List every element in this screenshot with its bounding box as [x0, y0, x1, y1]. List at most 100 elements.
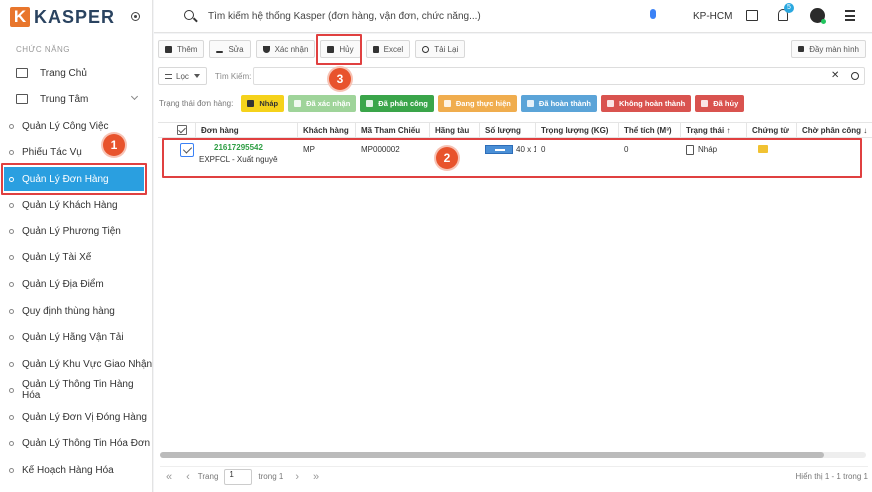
sidebar-item-goods-plan[interactable]: Kế Hoạch Hàng Hóa: [0, 458, 153, 482]
scrollbar-thumb[interactable]: [160, 452, 824, 458]
menu-icon[interactable]: [845, 10, 855, 21]
column-header[interactable]: Khách hàng: [298, 123, 356, 138]
truck-icon: [607, 100, 614, 107]
toolbar: Thêm Sửa Xác nhận Hủy Excel Tải Lại: [158, 40, 466, 58]
plus-icon: [165, 45, 172, 53]
app-window: K KASPER CHỨC NĂNG Trang Chủ Trung Tâm Q…: [0, 0, 872, 492]
sidebar-item-goods-info[interactable]: Quản Lý Thông Tin Hàng Hóa: [0, 378, 153, 402]
status-chip-cancelled[interactable]: Đã hủy: [695, 95, 745, 112]
reload-button[interactable]: Tải Lại: [415, 40, 466, 58]
bullet-icon: [9, 254, 14, 260]
sidebar-item-vehicles[interactable]: Quản Lý Phương Tiện: [0, 219, 153, 243]
status-chip-draft[interactable]: Nháp: [241, 95, 285, 112]
fullscreen-icon[interactable]: [746, 10, 758, 21]
refresh-icon: [422, 45, 430, 53]
column-header[interactable]: Trọng lượng (KG): [536, 123, 619, 138]
chip-label: Đã hoàn thành: [538, 99, 591, 108]
sidebar-item-label: Quản Lý Khu Vực Giao Nhận: [22, 358, 153, 370]
filter-label: Lọc: [176, 71, 189, 81]
sidebar-item-label: Quản Lý Công Việc: [22, 120, 109, 132]
chip-label: Đang thực hiện: [455, 99, 511, 108]
search-icon[interactable]: [184, 10, 194, 20]
annotation-badge-3: 3: [329, 68, 351, 90]
bullet-icon: [9, 202, 14, 208]
filter-icon: [165, 73, 172, 79]
shield-check-icon: [262, 45, 270, 53]
column-header[interactable]: Số lượng: [480, 123, 536, 138]
sidebar-item-tasks[interactable]: Quản Lý Công Việc: [0, 114, 153, 138]
sidebar-item-carriers[interactable]: Quản Lý Hãng Vận Tải: [0, 325, 153, 349]
annotation-badge-1: 1: [103, 134, 125, 156]
horizontal-scrollbar[interactable]: [160, 452, 866, 458]
sidebar-section-label: CHỨC NĂNG: [16, 45, 70, 54]
sidebar-item-label: Quản Lý Khách Hàng: [22, 199, 118, 211]
sidebar-item-label: Phiếu Tác Vụ: [22, 146, 82, 158]
status-chip-assigned[interactable]: Đã phân công: [360, 95, 434, 112]
sidebar-item-label: Quy định thùng hàng: [22, 305, 115, 317]
sidebar-item-delivery-zones[interactable]: Quản Lý Khu Vực Giao Nhận: [0, 352, 153, 376]
confirm-button[interactable]: Xác nhận: [255, 40, 316, 58]
sidebar-toggle-icon[interactable]: [131, 12, 140, 21]
annotation-box-cancel: [316, 34, 362, 65]
column-header[interactable]: Thể tích (M³): [619, 123, 681, 138]
bullet-icon: [9, 334, 14, 340]
fullscreen-button[interactable]: Đầy màn hình: [791, 40, 866, 58]
column-header[interactable]: Trạng thái ↑: [681, 123, 747, 138]
filter-dropdown[interactable]: Lọc: [158, 67, 207, 85]
last-page-icon[interactable]: »: [313, 471, 319, 483]
sidebar-item-home[interactable]: Trang Chủ: [16, 65, 87, 81]
column-header[interactable]: Hãng tàu: [430, 123, 480, 138]
edit-button[interactable]: Sửa: [209, 40, 251, 58]
sidebar-item-center[interactable]: Trung Tâm: [16, 91, 141, 107]
sidebar-item-label: Quản Lý Tài Xế: [22, 251, 92, 263]
page-number-input[interactable]: 1: [224, 468, 253, 485]
add-button[interactable]: Thêm: [158, 40, 205, 58]
search-icon[interactable]: [851, 72, 859, 80]
status-chip-confirmed[interactable]: Đã xác nhận: [288, 95, 357, 112]
chip-label: Không hoàn thành: [619, 99, 686, 108]
column-header[interactable]: Chờ phân công ↓: [797, 123, 872, 138]
first-page-icon[interactable]: «: [166, 471, 172, 483]
next-page-icon[interactable]: ›: [295, 471, 299, 483]
pen-icon: [216, 50, 224, 53]
sidebar-item-drivers[interactable]: Quản Lý Tài Xế: [0, 245, 153, 269]
pagination-info: Hiển thị 1 - 1 trong 1: [795, 472, 868, 481]
sidebar-item-locations[interactable]: Quản Lý Địa Điểm: [0, 272, 153, 296]
add-button-label: Thêm: [177, 44, 198, 54]
sidebar-item-label: Quản Lý Thông Tin Hàng Hóa: [21, 379, 134, 401]
box-icon: [294, 100, 302, 107]
select-all-cell[interactable]: [158, 123, 196, 138]
reload-button-label: Tải Lại: [434, 44, 459, 54]
sidebar-item-packing-units[interactable]: Quản Lý Đơn Vị Đóng Hàng: [0, 405, 153, 429]
column-header[interactable]: Đơn hàng: [196, 123, 298, 138]
logo-text: KASPER: [34, 6, 116, 27]
annotation-badge-2: 2: [436, 147, 458, 169]
column-header[interactable]: Chứng từ: [747, 123, 797, 138]
clear-icon[interactable]: ✕: [831, 70, 839, 81]
sidebar-item-customers[interactable]: Quản Lý Khách Hàng: [0, 193, 153, 217]
excel-button[interactable]: Excel: [365, 40, 411, 58]
page-total-label: trong 1: [258, 472, 284, 481]
microphone-icon[interactable]: [650, 9, 656, 19]
top-bar: Tìm kiếm hệ thống Kasper (đơn hàng, vận …: [154, 0, 872, 33]
done-icon: [526, 100, 534, 107]
download-monitor-icon: [16, 94, 28, 104]
column-header[interactable]: Mã Tham Chiếu: [356, 123, 430, 138]
notification-count-badge: 5: [784, 3, 794, 13]
status-filter-label: Trạng thái đơn hàng:: [159, 99, 234, 108]
status-chip-failed[interactable]: Không hoàn thành: [601, 95, 692, 112]
logo-mark: K: [10, 7, 30, 27]
status-chip-in-progress[interactable]: Đang thực hiện: [437, 95, 517, 112]
global-search-input[interactable]: Tìm kiếm hệ thống Kasper (đơn hàng, vận …: [208, 11, 481, 22]
bullet-icon: [9, 228, 14, 234]
sidebar-item-task-tickets[interactable]: Phiếu Tác Vụ: [0, 140, 153, 164]
bullet-icon: [9, 440, 14, 446]
sidebar-item-invoices[interactable]: Quản Lý Thông Tin Hóa Đơn: [0, 431, 153, 455]
status-chip-completed[interactable]: Đã hoàn thành: [520, 95, 597, 112]
sidebar-item-label: Kế Hoạch Hàng Hóa: [22, 464, 114, 476]
prev-page-icon[interactable]: ‹: [186, 471, 190, 483]
sidebar-item-container-rules[interactable]: Quy định thùng hàng: [0, 299, 153, 323]
region-selector[interactable]: KP-HCM: [693, 11, 732, 22]
logo[interactable]: K KASPER: [10, 6, 115, 28]
checkbox-icon[interactable]: [177, 125, 187, 135]
